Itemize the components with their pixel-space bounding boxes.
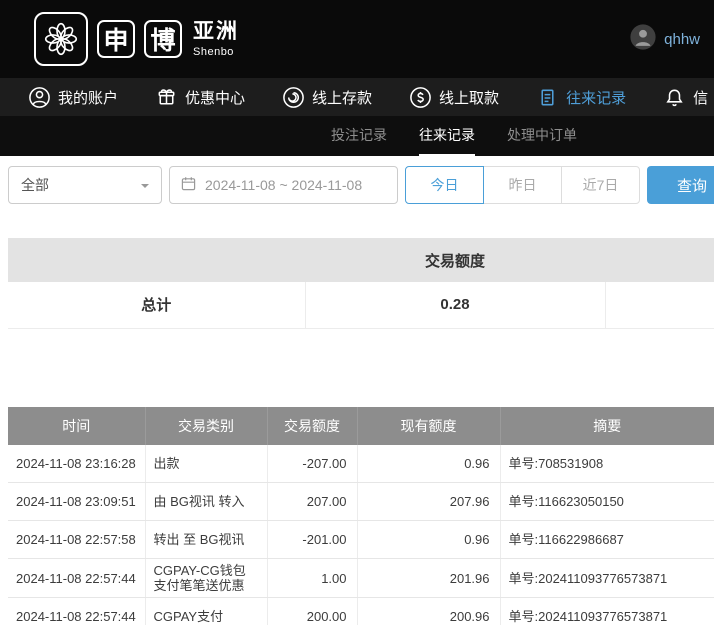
amount-cell: 200.00 [267,598,357,625]
transaction-row: 2024-11-08 23:09:51 由 BG视讯 转入 207.00 207… [8,483,714,521]
deposit-coin-icon [282,86,305,109]
col-type: 交易类别 [145,407,267,445]
last7days-button[interactable]: 近7日 [561,166,640,204]
sub-nav: 投注记录 往来记录 处理中订单 [0,116,714,156]
ref-cell: 单号:116623050150 [500,483,714,521]
type-cell: 转出 至 BG视讯 [145,521,267,559]
nav-item-withdraw[interactable]: 线上取款 [409,86,499,109]
user-avatar-icon [629,23,657,56]
summary-empty-cell [605,282,714,328]
summary-total-value: 0.28 [305,282,605,328]
type-filter-select[interactable]: 全部 [8,166,162,204]
nav-item-label: 优惠中心 [185,87,245,108]
time-cell: 2024-11-08 23:09:51 [8,483,145,521]
date-range-text: 2024-11-08 ~ 2024-11-08 [205,177,362,193]
transactions-table: 时间 交易类别 交易额度 现有额度 摘要 2024-11-08 23:16:28… [8,407,714,625]
ref-cell: 单号:202411093776573871 [500,559,714,598]
summary-header-row: 交易额度 [8,238,714,282]
nav-item-label: 往来记录 [566,87,626,108]
transaction-row: 2024-11-08 23:16:28 出款 -207.00 0.96 单号:7… [8,445,714,483]
date-range-input[interactable]: 2024-11-08 ~ 2024-11-08 [169,166,398,204]
flower-logo-icon [34,12,88,66]
nav-item-label: 线上取款 [439,87,499,108]
records-icon [536,86,559,109]
amount-cell: -207.00 [267,445,357,483]
time-cell: 2024-11-08 23:16:28 [8,445,145,483]
withdraw-coin-icon [409,86,432,109]
summary-total-row: 总计 0.28 [8,282,714,328]
col-balance: 现有额度 [357,407,500,445]
summary-table: 交易额度 总计 0.28 [8,238,714,329]
summary-header-spacer [605,238,714,282]
summary-header-label: 交易额度 [305,238,605,282]
yesterday-button[interactable]: 昨日 [483,166,562,204]
quick-range-group: 今日 昨日 近7日 [405,166,640,204]
type-cell: CGPAY支付 [145,598,267,625]
col-summary: 摘要 [500,407,714,445]
filter-bar: 全部 2024-11-08 ~ 2024-11-08 今日 昨日 近7日 查询 [8,166,714,204]
chevron-down-icon [141,184,149,192]
nav-item-label: 线上存款 [312,87,372,108]
gift-icon [155,86,178,109]
tab-transaction-records[interactable]: 往来记录 [419,116,475,156]
calendar-icon [181,176,196,194]
time-cell: 2024-11-08 22:57:58 [8,521,145,559]
col-time: 时间 [8,407,145,445]
user-icon [28,86,51,109]
type-cell: 出款 [145,445,267,483]
brand-char-1: 申 [97,20,135,58]
bell-icon [663,86,686,109]
nav-item-messages[interactable]: 信 [663,86,708,109]
search-button[interactable]: 查询 [647,166,714,204]
ref-cell: 单号:116622986687 [500,521,714,559]
top-header: 申 博 亚洲 Shenbo qhhw [0,0,714,78]
summary-header-spacer [8,238,305,282]
today-button[interactable]: 今日 [405,166,484,204]
nav-item-deposit[interactable]: 线上存款 [282,86,372,109]
nav-item-transactions[interactable]: 往来记录 [536,86,626,109]
amount-cell: -201.00 [267,521,357,559]
tab-betting-records[interactable]: 投注记录 [331,116,387,156]
summary-total-label: 总计 [8,282,305,328]
tab-processing-orders[interactable]: 处理中订单 [507,116,577,156]
brand-text: 亚洲 Shenbo [193,20,239,58]
ref-cell: 单号:202411093776573871 [500,598,714,625]
main-nav: 我的账户 优惠中心 线上存款 线上取款 [0,78,714,116]
brand-region: 亚洲 [193,20,239,43]
brand-logo[interactable]: 申 博 亚洲 Shenbo [34,12,239,66]
balance-cell: 201.96 [357,559,500,598]
nav-item-promotions[interactable]: 优惠中心 [155,86,245,109]
balance-cell: 0.96 [357,521,500,559]
type-cell: CGPAY-CG钱包支付笔笔送优惠 [145,559,267,598]
transaction-row: 2024-11-08 22:57:44 CGPAY-CG钱包支付笔笔送优惠 1.… [8,559,714,598]
brand-latin: Shenbo [193,46,239,58]
amount-cell: 207.00 [267,483,357,521]
col-amount: 交易额度 [267,407,357,445]
balance-cell: 207.96 [357,483,500,521]
username-text: qhhw [664,31,700,48]
balance-cell: 200.96 [357,598,500,625]
ref-cell: 单号:708531908 [500,445,714,483]
nav-item-label: 信 [693,87,708,108]
time-cell: 2024-11-08 22:57:44 [8,598,145,625]
balance-cell: 0.96 [357,445,500,483]
brand-char-2: 博 [144,20,182,58]
select-value: 全部 [21,175,49,195]
type-cell: 由 BG视讯 转入 [145,483,267,521]
nav-item-my-account[interactable]: 我的账户 [28,86,118,109]
user-account[interactable]: qhhw [629,23,700,56]
transactions-header-row: 时间 交易类别 交易额度 现有额度 摘要 [8,407,714,445]
transaction-row: 2024-11-08 22:57:44 CGPAY支付 200.00 200.9… [8,598,714,625]
nav-item-label: 我的账户 [58,87,118,108]
transaction-row: 2024-11-08 22:57:58 转出 至 BG视讯 -201.00 0.… [8,521,714,559]
time-cell: 2024-11-08 22:57:44 [8,559,145,598]
amount-cell: 1.00 [267,559,357,598]
